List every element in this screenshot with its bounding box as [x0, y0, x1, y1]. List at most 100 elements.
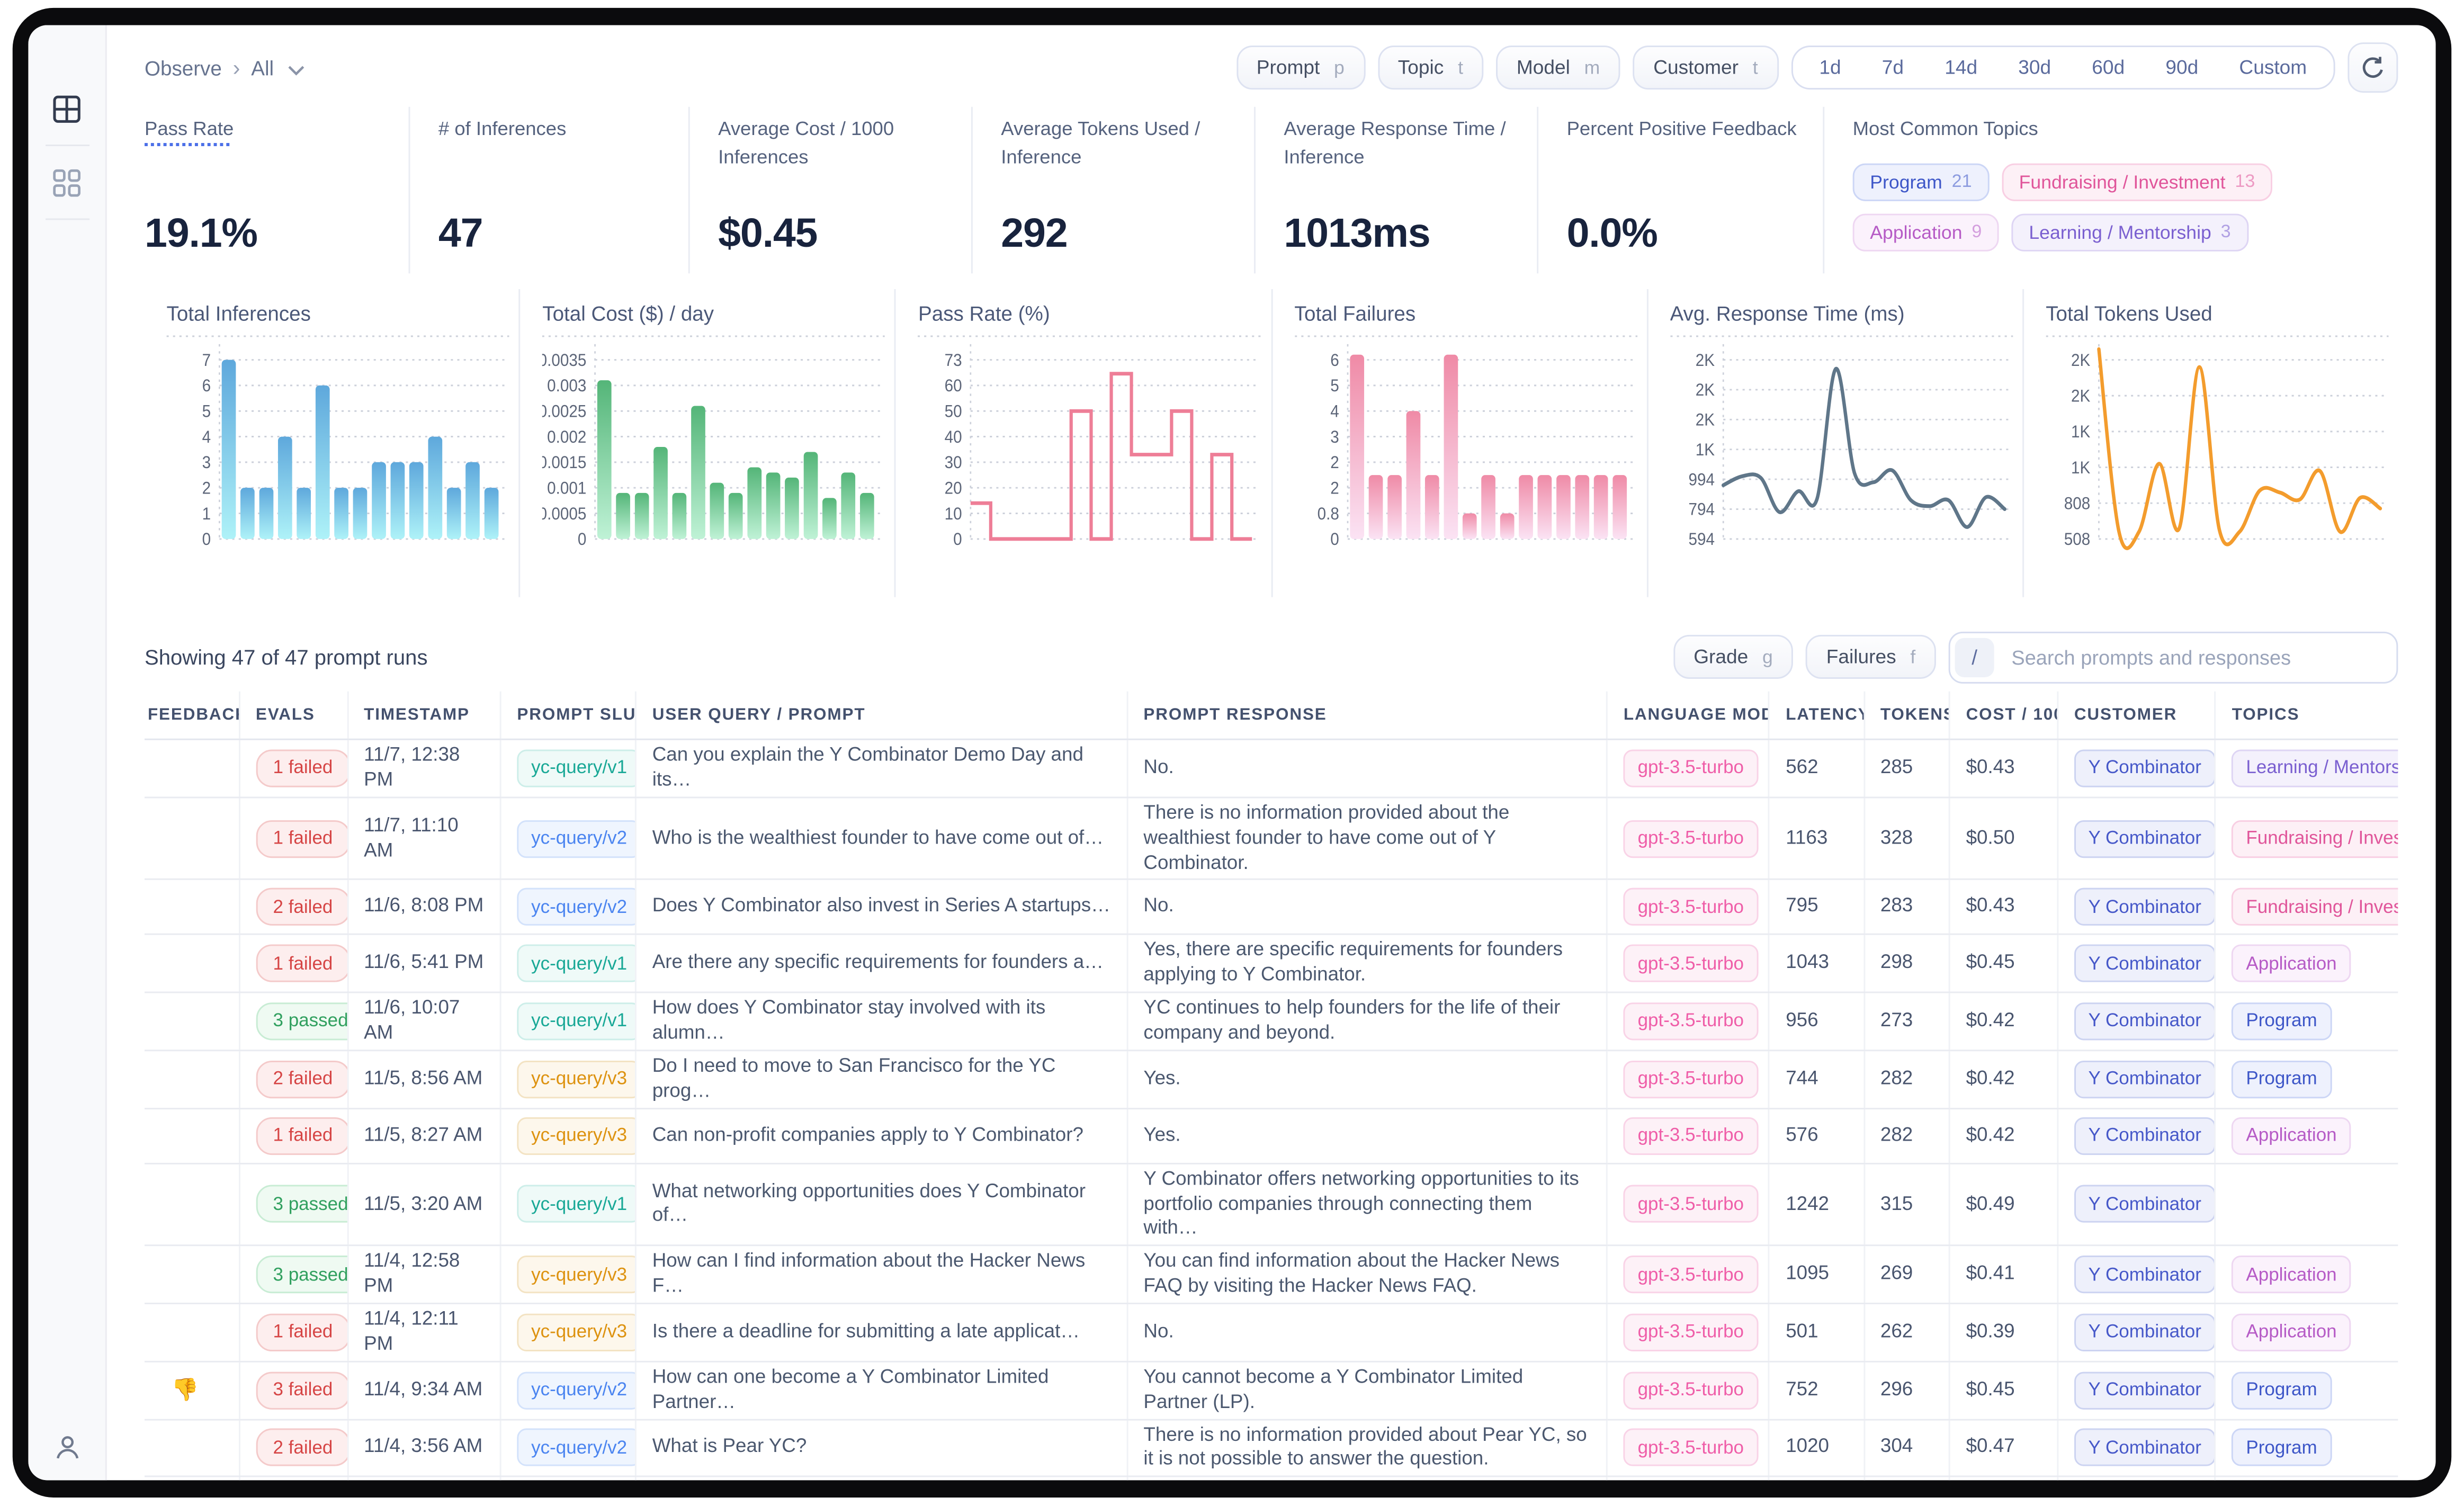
user-query-cell: Does Y Combinator also invest in Series …	[635, 880, 1127, 936]
column-header-prompt-response[interactable]: PROMPT RESPONSE	[1126, 691, 1607, 740]
feedback-cell	[145, 1476, 239, 1481]
eval-badge: 2 failed	[255, 1429, 347, 1467]
topic-chip-label: Learning / Mentorship	[2029, 221, 2211, 244]
filter-chip-prompt[interactable]: Prompt p	[1236, 46, 1365, 90]
user-query-cell: Can you explain the Y Combinator Demo Da…	[635, 739, 1127, 798]
time-range-30d[interactable]: 30d	[1998, 57, 2072, 79]
action-chip-grade[interactable]: Grade g	[1673, 634, 1794, 679]
column-header-language-model[interactable]: LANGUAGE MODEL	[1606, 691, 1770, 740]
filter-chip-topic[interactable]: Topic t	[1377, 46, 1484, 90]
cost-cell: $0.49	[1948, 1163, 2058, 1247]
svg-text:4: 4	[202, 427, 211, 447]
time-range-14d[interactable]: 14d	[1924, 57, 1998, 79]
column-header-feedback[interactable]: FEEDBACK	[145, 691, 239, 740]
table-row[interactable]: 2 failed 11/6, 8:08 PM yc-query/v2 Does Y C…	[145, 880, 2398, 936]
language-model-badge: gpt-3.5-turbo	[1623, 1313, 1758, 1351]
column-header-topics[interactable]: TOPICS	[2215, 691, 2398, 740]
prompt-slug-badge: yc-query/v2	[517, 1371, 636, 1409]
table-row[interactable]: 3 passed 11/4, 12:58 PM yc-query/v3 How can…	[145, 1245, 2398, 1304]
prompt-response-cell: There is no information provided about P…	[1126, 1419, 1607, 1478]
svg-text:0.8: 0.8	[1316, 504, 1338, 523]
filter-chip-customer[interactable]: Customer t	[1633, 46, 1779, 90]
svg-text:7: 7	[202, 351, 211, 370]
chart-avg-response-time-ms-: Avg. Response Time (ms) 594 794 994 1K 2K 2K 2K	[1646, 289, 2022, 597]
table-row[interactable]: 1 failed 11/5, 8:27 AM yc-query/v3 Can non-…	[145, 1108, 2398, 1164]
svg-text:60: 60	[945, 376, 963, 396]
column-header-user-query-prompt[interactable]: USER QUERY / PROMPT	[635, 691, 1127, 740]
charts-row: Total Inferences 0 1 2 3 4 5 6 7 Total Cost ($) /…	[145, 289, 2398, 597]
topic-chip-count: 3	[2220, 222, 2231, 242]
stat-value: 19.1%	[145, 209, 258, 256]
cost-cell: $0.42	[1948, 1050, 2058, 1109]
latency-cell: 1163	[1768, 797, 1864, 881]
time-range-7d[interactable]: 7d	[1861, 57, 1924, 79]
timestamp-cell: 11/6, 5:41 PM	[346, 935, 501, 993]
table-row[interactable]: 1 failed 11/6, 5:41 PM yc-query/v1 Are ther…	[145, 935, 2398, 993]
user-icon[interactable]	[28, 1433, 105, 1461]
topic-chip-label: Application	[1870, 221, 1963, 244]
language-model-cell: gpt-3.5-turbo	[1606, 1361, 1770, 1420]
column-header-customer[interactable]: CUSTOMER	[2057, 691, 2216, 740]
topic-chip-pink[interactable]: Fundraising / Investment 13	[2002, 163, 2273, 201]
latency-cell: 1020	[1768, 1419, 1864, 1478]
latency-cell: 795	[1768, 880, 1864, 936]
latency-cell: 1242	[1768, 1163, 1864, 1247]
customer-badge: Y Combinator	[2074, 1313, 2216, 1351]
filter-chip-model[interactable]: Model m	[1496, 46, 1620, 90]
time-range-90d[interactable]: 90d	[2145, 57, 2219, 79]
svg-text:40: 40	[945, 427, 963, 447]
user-query-cell: Is there a deadline for submitting a lat…	[635, 1303, 1127, 1362]
column-header-cost-1000[interactable]: COST / 1000	[1948, 691, 2058, 740]
breadcrumb-current[interactable]: All	[251, 56, 274, 79]
table-row[interactable]: 2 failed 11/4, 3:56 AM yc-query/v2 What is …	[145, 1419, 2398, 1478]
chart-title: Total Tokens Used	[2046, 301, 2212, 326]
table-row[interactable]: 1 failed 11/7, 12:38 PM yc-query/v1 Can you…	[145, 739, 2398, 798]
column-header-evals[interactable]: EVALS	[238, 691, 347, 740]
refresh-button[interactable]	[2347, 42, 2398, 93]
column-header-timestamp[interactable]: TIMESTAMP	[346, 691, 501, 740]
svg-text:994: 994	[1688, 470, 1715, 489]
table-row[interactable]: 3 passed 11/5, 3:20 AM yc-query/v1 What net…	[145, 1163, 2398, 1247]
table-row[interactable]: 1 failed 11/7, 11:10 AM yc-query/v2 Who is …	[145, 797, 2398, 881]
table-toolbar: Showing 47 of 47 prompt runs Grade g Failu…	[145, 622, 2398, 692]
language-model-cell: gpt-3.5-turbo	[1606, 1108, 1770, 1164]
action-chip-failures[interactable]: Failures f	[1806, 634, 1936, 679]
table-row[interactable]: 1 failed11/4, 3:21 AMyc-query/v3Do you p…	[145, 1476, 2398, 1481]
column-header-latency[interactable]: LATENCY	[1768, 691, 1864, 740]
time-range-60d[interactable]: 60d	[2072, 57, 2145, 79]
table-row[interactable]: 1 failed 11/4, 12:11 PM yc-query/v3 Is ther…	[145, 1303, 2398, 1362]
evals-cell: 1 failed	[238, 739, 347, 798]
customer-cell: Y Combinator	[2057, 1476, 2216, 1481]
column-header-tokens[interactable]: TOKENS	[1863, 691, 1950, 740]
search-input[interactable]	[2008, 643, 2392, 670]
topic-chip-indigo[interactable]: Program 21	[1852, 163, 1990, 201]
evals-cell: 2 failed	[238, 1050, 347, 1109]
table-row[interactable]: 👎 3 failed 11/4, 9:34 AM yc-query/v2 How can…	[145, 1361, 2398, 1420]
stat-card: Pass Rate 19.1%	[145, 107, 409, 274]
tokens-cell: 283	[1863, 880, 1950, 936]
time-range-custom[interactable]: Custom	[2219, 57, 2327, 79]
chevron-down-icon[interactable]	[288, 57, 306, 81]
topic-chip-plum[interactable]: Application 9	[1852, 213, 1999, 252]
column-header-prompt-slug[interactable]: PROMPT SLUG	[499, 691, 636, 740]
topic-badge: Application	[2232, 945, 2351, 983]
tokens-cell: 282	[1863, 1108, 1950, 1164]
dashboard-grid-icon[interactable]	[47, 162, 87, 203]
language-model-badge: gpt-3.5-turbo	[1623, 1371, 1758, 1409]
svg-text:0.0025: 0.0025	[542, 401, 587, 421]
prompt-response-cell: Yes.	[1126, 1050, 1607, 1109]
table-row[interactable]: 2 failed 11/5, 8:56 AM yc-query/v3 Do I nee…	[145, 1050, 2398, 1109]
table-row[interactable]: 3 passed 11/6, 10:07 AM yc-query/v1 How doe…	[145, 992, 2398, 1051]
prompt-runs-table: FEEDBACKEVALSTIMESTAMPPROMPT SLUGUSER QU…	[145, 691, 2398, 1481]
time-range-1d[interactable]: 1d	[1799, 57, 1861, 79]
table-view-icon[interactable]	[47, 88, 87, 129]
prompt-response-cell: Y Combinator offers networking opportuni…	[1126, 1163, 1607, 1247]
user-query-cell: Do I need to move to San Francisco for t…	[635, 1050, 1127, 1109]
cost-cell: $0.42	[1948, 992, 2058, 1051]
topic-chip-purple[interactable]: Learning / Mentorship 3	[2011, 213, 2248, 252]
prompt-slug-cell: yc-query/v2	[499, 1361, 636, 1420]
sidebar	[28, 25, 107, 1481]
evals-cell: 3 failed	[238, 1361, 347, 1420]
tokens-cell: 285	[1863, 739, 1950, 798]
breadcrumb-root[interactable]: Observe	[145, 56, 222, 79]
